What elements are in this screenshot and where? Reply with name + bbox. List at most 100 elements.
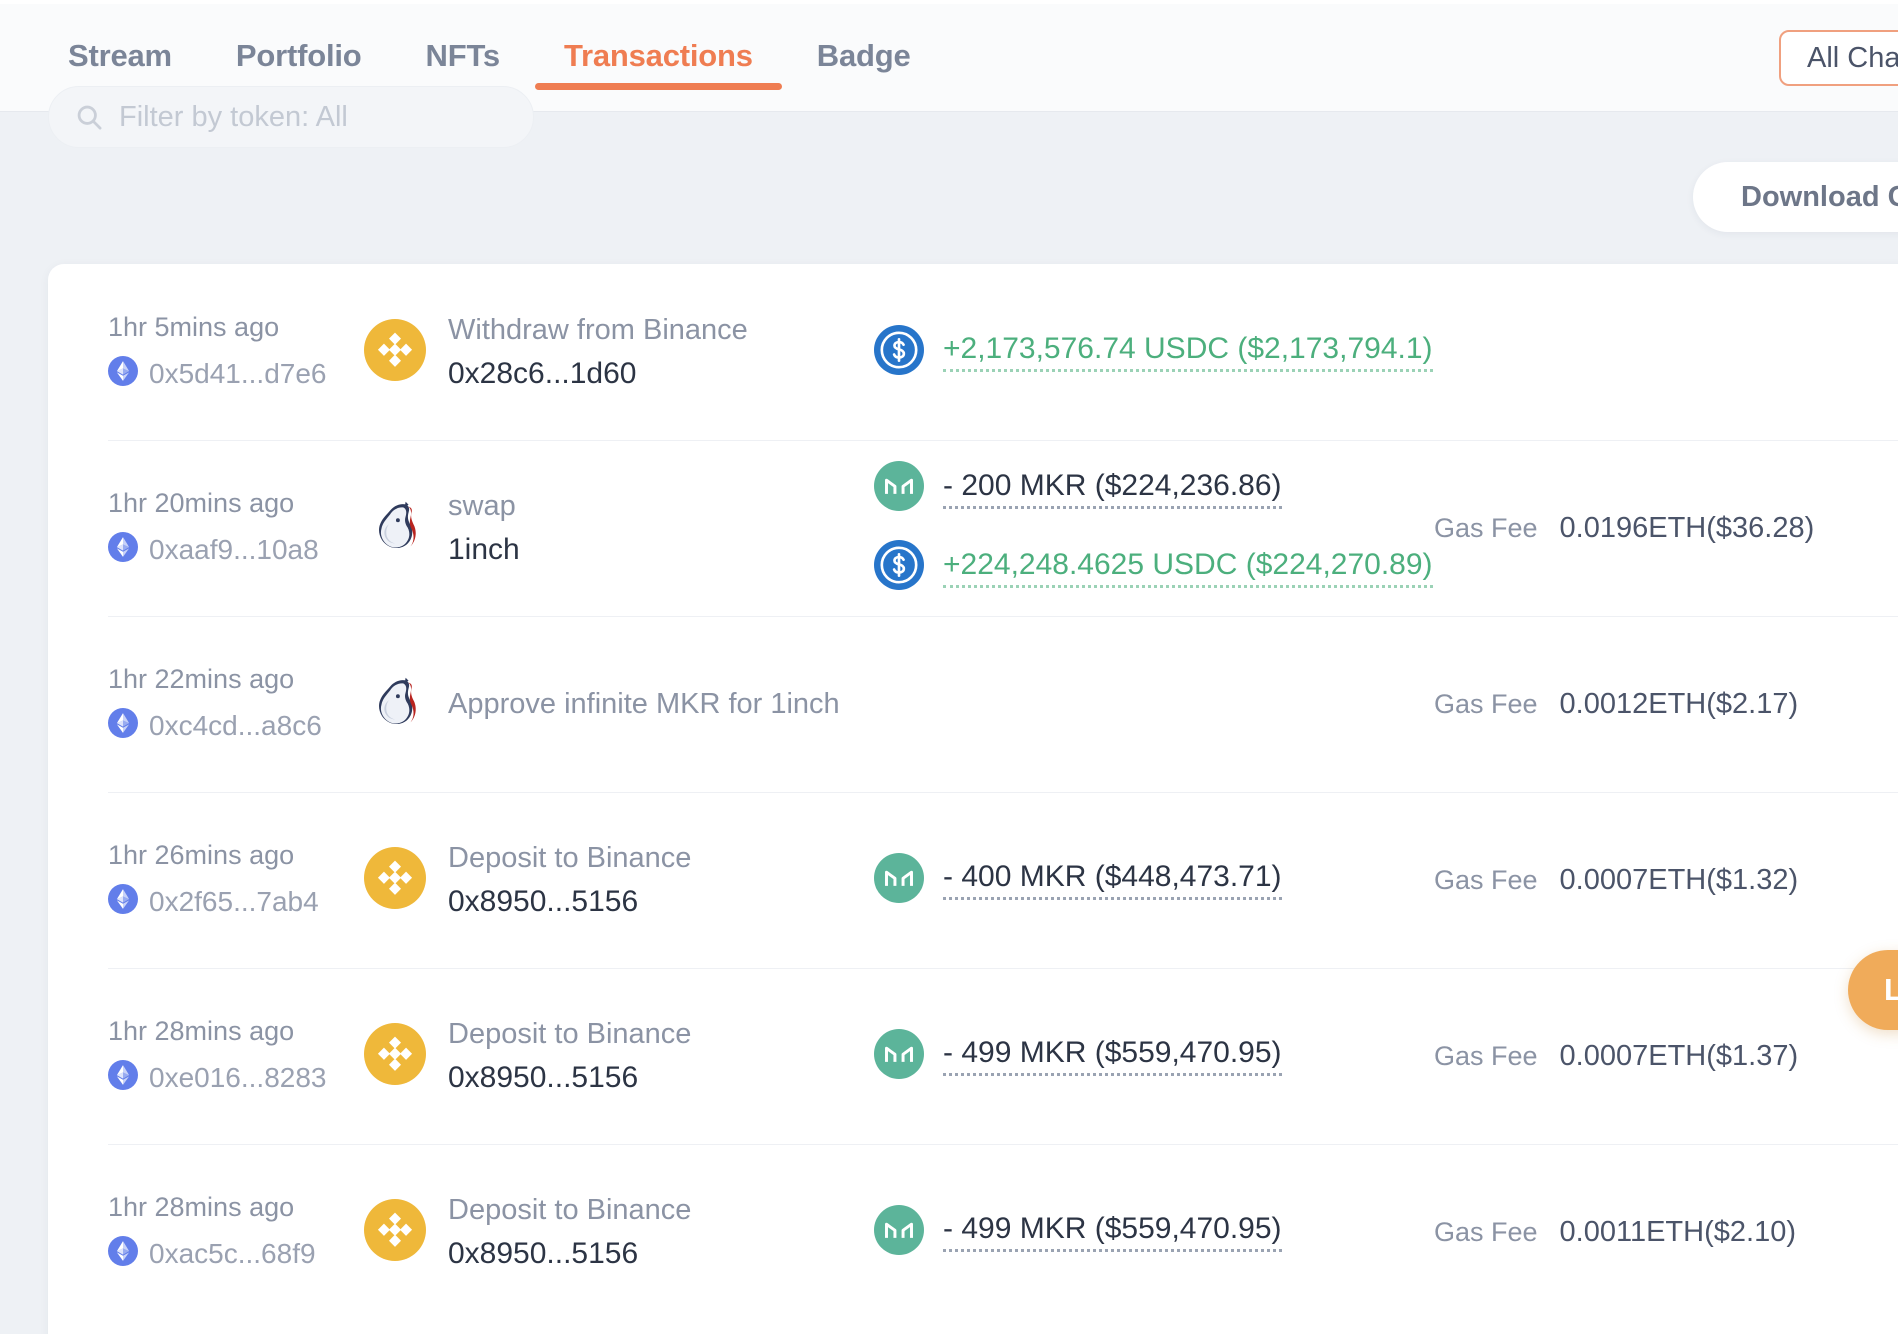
gas-fee-value: 0.0196ETH($36.28) bbox=[1559, 511, 1815, 544]
transaction-hash[interactable]: 0xc4cd...a8c6 bbox=[108, 707, 364, 745]
transaction-amount-text: - 499 MKR ($559,470.95) bbox=[943, 1212, 1282, 1252]
nav-tab-label: Portfolio bbox=[235, 38, 362, 73]
transactions-page: Stream Portfolio NFTs Transactions Badge All… bbox=[0, 0, 1898, 1334]
transaction-hash-text: 0x5d41...d7e6 bbox=[149, 358, 327, 389]
transaction-gas-cell: Gas Fee 0.0011ETH($2.10) bbox=[1434, 1216, 1796, 1249]
transaction-amount-text: - 200 MKR ($224,236.86) bbox=[943, 469, 1282, 509]
transaction-hash-text: 0x2f65...7ab4 bbox=[149, 886, 319, 917]
nav-tab-label: Transactions bbox=[563, 38, 753, 73]
transaction-action-label: Withdraw from Binance bbox=[448, 313, 748, 346]
transaction-counterparty[interactable]: 0x8950...5156 bbox=[448, 885, 691, 919]
transaction-counterparty[interactable]: 0x8950...5156 bbox=[448, 1061, 691, 1095]
transaction-action-cell: swap 1inch bbox=[364, 490, 874, 567]
transaction-action-cell: Deposit to Binance 0x8950...5156 bbox=[364, 842, 874, 919]
transaction-action-cell: Approve infinite MKR for 1inch bbox=[364, 671, 874, 738]
token-filter-search[interactable] bbox=[48, 86, 534, 148]
transaction-timestamp: 1hr 28mins ago bbox=[108, 1191, 295, 1222]
transaction-row[interactable]: 1hr 28mins ago 0xe016...8283 Deposit to Bi… bbox=[48, 968, 1898, 1144]
transaction-gas-cell: Gas Fee 0.0012ETH($2.17) bbox=[1434, 688, 1798, 721]
transaction-action-cell: Deposit to Binance 0x8950...5156 bbox=[364, 1018, 874, 1095]
transaction-action-label: Deposit to Binance bbox=[448, 1193, 692, 1226]
1inch-icon bbox=[364, 671, 426, 738]
ethereum-icon bbox=[108, 707, 138, 745]
transaction-counterparty[interactable]: 1inch bbox=[448, 533, 520, 567]
transaction-amount: +224,248.4625 USDC ($224,270.89) bbox=[874, 540, 1434, 595]
transaction-timestamp: 1hr 26mins ago bbox=[108, 839, 295, 870]
gas-fee-label: Gas Fee bbox=[1434, 1216, 1538, 1247]
binance-icon bbox=[364, 846, 426, 914]
gas-fee-value: 0.0011ETH($2.10) bbox=[1559, 1215, 1796, 1248]
transaction-hash-text: 0xac5c...68f9 bbox=[149, 1238, 316, 1269]
transaction-amount: - 499 MKR ($559,470.95) bbox=[874, 1204, 1434, 1260]
transaction-action-label: swap bbox=[448, 489, 516, 522]
transaction-time-cell: 1hr 20mins ago 0xaaf9...10a8 bbox=[108, 488, 364, 569]
ethereum-icon bbox=[108, 1059, 138, 1097]
nav-tab-label: Badge bbox=[816, 38, 911, 73]
nav-tab-label: NFTs bbox=[425, 38, 501, 73]
transaction-hash[interactable]: 0x5d41...d7e6 bbox=[108, 355, 364, 393]
transaction-amount-text: +224,248.4625 USDC ($224,270.89) bbox=[943, 548, 1433, 588]
transaction-time-cell: 1hr 5mins ago 0x5d41...d7e6 bbox=[108, 312, 364, 393]
transaction-row[interactable]: 1hr 22mins ago 0xc4cd...a8c6 Approve infin… bbox=[48, 616, 1898, 792]
transaction-gas-cell: Gas Fee 0.0007ETH($1.37) bbox=[1434, 1040, 1798, 1073]
transaction-timestamp: 1hr 28mins ago bbox=[108, 1015, 295, 1046]
transaction-row[interactable]: 1hr 26mins ago 0x2f65...7ab4 Deposit to Bi… bbox=[48, 792, 1898, 968]
transaction-amounts-cell: - 499 MKR ($559,470.95) bbox=[874, 1204, 1434, 1260]
gas-fee-value: 0.0007ETH($1.32) bbox=[1559, 863, 1799, 896]
transaction-amount-text: - 400 MKR ($448,473.71) bbox=[943, 860, 1282, 900]
gas-fee-label: Gas Fee bbox=[1434, 512, 1538, 543]
download-csv-button[interactable]: Download CSV bbox=[1693, 162, 1898, 232]
mkr-icon bbox=[874, 1028, 924, 1084]
transaction-amounts-cell: - 400 MKR ($448,473.71) bbox=[874, 852, 1434, 908]
transaction-timestamp: 1hr 20mins ago bbox=[108, 487, 295, 518]
nav-tab-transactions[interactable]: Transactions bbox=[532, 0, 785, 112]
transaction-row[interactable]: 1hr 28mins ago 0xac5c...68f9 Deposit to Bi… bbox=[48, 1144, 1898, 1320]
transaction-row[interactable]: 1hr 5mins ago 0x5d41...d7e6 Withdraw from … bbox=[48, 264, 1898, 440]
mkr-icon bbox=[874, 1204, 924, 1260]
transaction-hash[interactable]: 0x2f65...7ab4 bbox=[108, 883, 364, 921]
chain-filter-label: All Chains bbox=[1807, 41, 1898, 74]
search-input[interactable] bbox=[119, 100, 507, 134]
usdc-icon bbox=[874, 540, 924, 595]
binance-icon bbox=[364, 1022, 426, 1090]
transaction-hash[interactable]: 0xe016...8283 bbox=[108, 1059, 364, 1097]
chain-filter-select[interactable]: All Chains bbox=[1779, 30, 1898, 86]
download-csv-label: Download CSV bbox=[1741, 180, 1898, 213]
transaction-action-cell: Withdraw from Binance 0x28c6...1d60 bbox=[364, 314, 874, 391]
live-feed-label: Live bbox=[1884, 972, 1898, 1007]
transaction-hash-text: 0xe016...8283 bbox=[149, 1062, 327, 1093]
transaction-amounts-cell: - 200 MKR ($224,236.86) +224,248.4625 USD… bbox=[874, 461, 1434, 595]
binance-icon bbox=[364, 1198, 426, 1266]
transactions-table: 1hr 5mins ago 0x5d41...d7e6 Withdraw from … bbox=[48, 264, 1898, 1334]
transaction-amount-text: +2,173,576.74 USDC ($2,173,794.1) bbox=[943, 332, 1433, 372]
transaction-time-cell: 1hr 22mins ago 0xc4cd...a8c6 bbox=[108, 664, 364, 745]
usdc-icon bbox=[874, 324, 924, 380]
nav-tab-badge[interactable]: Badge bbox=[785, 0, 943, 112]
transaction-hash-text: 0xc4cd...a8c6 bbox=[149, 710, 322, 741]
binance-icon bbox=[364, 318, 426, 386]
gas-fee-label: Gas Fee bbox=[1434, 688, 1538, 719]
transaction-time-cell: 1hr 26mins ago 0x2f65...7ab4 bbox=[108, 840, 364, 921]
gas-fee-value: 0.0012ETH($2.17) bbox=[1559, 687, 1799, 720]
transaction-amounts-cell: +2,173,576.74 USDC ($2,173,794.1) bbox=[874, 324, 1434, 380]
mkr-icon bbox=[874, 852, 924, 908]
transaction-action-label: Deposit to Binance bbox=[448, 1017, 692, 1050]
transaction-counterparty[interactable]: 0x8950...5156 bbox=[448, 1237, 691, 1271]
transaction-time-cell: 1hr 28mins ago 0xac5c...68f9 bbox=[108, 1192, 364, 1273]
transaction-hash-text: 0xaaf9...10a8 bbox=[149, 534, 319, 565]
transaction-amount-text: - 499 MKR ($559,470.95) bbox=[943, 1036, 1282, 1076]
transaction-hash[interactable]: 0xac5c...68f9 bbox=[108, 1235, 364, 1273]
transaction-hash[interactable]: 0xaaf9...10a8 bbox=[108, 531, 364, 569]
transaction-row[interactable]: 1hr 20mins ago 0xaaf9...10a8 swap 1inch - 20… bbox=[48, 440, 1898, 616]
transaction-counterparty[interactable]: 0x28c6...1d60 bbox=[448, 357, 748, 391]
mkr-icon bbox=[874, 461, 924, 516]
transaction-timestamp: 1hr 22mins ago bbox=[108, 663, 295, 694]
transaction-amount: - 400 MKR ($448,473.71) bbox=[874, 852, 1434, 908]
transaction-gas-cell: Gas Fee 0.0007ETH($1.32) bbox=[1434, 864, 1798, 897]
transaction-timestamp: 1hr 5mins ago bbox=[108, 311, 280, 342]
ethereum-icon bbox=[108, 355, 138, 393]
transaction-amount: +2,173,576.74 USDC ($2,173,794.1) bbox=[874, 324, 1434, 380]
search-icon bbox=[75, 103, 103, 131]
ethereum-icon bbox=[108, 883, 138, 921]
transaction-time-cell: 1hr 28mins ago 0xe016...8283 bbox=[108, 1016, 364, 1097]
